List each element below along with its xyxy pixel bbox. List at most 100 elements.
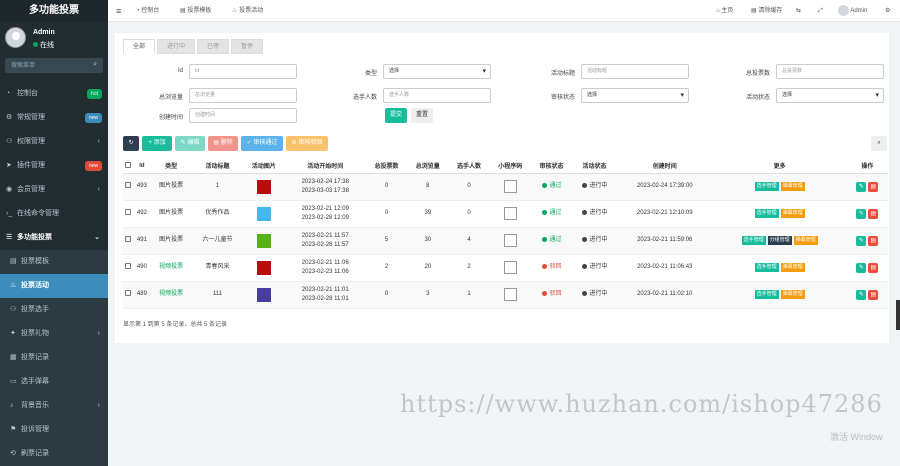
- sidebar-item[interactable]: ◔ 控制台 hot: [0, 82, 108, 106]
- edit-row-button[interactable]: ✎: [856, 235, 867, 246]
- sidebar-item[interactable]: ◉ 会员管理 ‹: [0, 178, 108, 202]
- edit-row-button[interactable]: ✎: [856, 289, 867, 300]
- submit-button[interactable]: 提交: [385, 108, 407, 123]
- activity-image[interactable]: [256, 260, 271, 275]
- table-row[interactable]: 491 图片投票 六一儿童节 2023-02-21 11:57 2023-02-26 1…: [123, 227, 888, 255]
- more-action-button[interactable]: 弹幕管理: [780, 290, 805, 299]
- row-checkbox[interactable]: [125, 262, 132, 269]
- more-action-button[interactable]: 弹幕管理: [780, 263, 805, 272]
- approve-button[interactable]: ✓ 审核通过: [241, 136, 283, 151]
- activity-image[interactable]: [256, 287, 271, 302]
- row-checkbox[interactable]: [125, 208, 132, 215]
- qrcode-image[interactable]: [503, 180, 517, 193]
- delete-row-button[interactable]: ▤: [868, 181, 879, 192]
- nav-tab[interactable]: ▤ 投票模板: [180, 0, 211, 22]
- delete-row-button[interactable]: ▤: [868, 208, 879, 219]
- sidebar-item[interactable]: ➤ 插件管理 new: [0, 154, 108, 178]
- more-action-button[interactable]: 选手管理: [754, 290, 779, 299]
- row-checkbox[interactable]: [125, 181, 132, 188]
- status-tab[interactable]: 全部: [123, 39, 156, 54]
- filter-select[interactable]: 选择: [383, 64, 491, 79]
- edit-row-button[interactable]: ✎: [856, 262, 867, 273]
- activity-image[interactable]: [256, 179, 271, 194]
- search-toggle-button[interactable]: ⌕: [871, 136, 887, 151]
- edit-button[interactable]: ✎ 编辑: [175, 136, 205, 151]
- settings-icon[interactable]: ⚙: [885, 0, 890, 22]
- fullscreen-icon[interactable]: ⤢: [818, 0, 823, 22]
- more-action-button[interactable]: 选手管理: [754, 182, 779, 191]
- more-action-button[interactable]: 选手管理: [754, 209, 779, 218]
- sidebar-item[interactable]: ⚙ 常规管理 new: [0, 106, 108, 130]
- more-action-button[interactable]: 选手管理: [741, 236, 766, 245]
- row-checkbox[interactable]: [125, 289, 132, 296]
- refresh-button[interactable]: ↻: [123, 136, 139, 151]
- sidebar-item[interactable]: ▤ 投票模板: [0, 250, 108, 274]
- menu-toggle-icon[interactable]: ≡: [116, 0, 121, 22]
- search-icon[interactable]: ⌕: [93, 61, 97, 69]
- brand-logo[interactable]: 多功能投票: [0, 0, 108, 22]
- sidebar-item[interactable]: ▭ 选手弹幕: [0, 370, 108, 394]
- status-tab[interactable]: 暂停: [231, 39, 264, 54]
- more-action-button[interactable]: 弹幕管理: [780, 182, 805, 191]
- sidebar-search: ⌕: [5, 58, 103, 73]
- edit-row-button[interactable]: ✎: [856, 208, 867, 219]
- home-link[interactable]: ⌂ 主页: [716, 0, 733, 22]
- table-row[interactable]: 493 图片投票 1 2023-02-24 17:38 2023-03-03 17:38…: [123, 173, 888, 201]
- table-row[interactable]: 489 视频投票 111 2023-02-21 11:01 2023-02-28 11:…: [123, 281, 888, 309]
- status-dot-icon: [541, 209, 547, 215]
- filter-input[interactable]: Id: [189, 64, 297, 79]
- status-tab[interactable]: 进行中: [157, 39, 196, 54]
- activity-image[interactable]: [256, 206, 271, 221]
- delete-row-button[interactable]: ▤: [868, 235, 879, 246]
- nav-tab[interactable]: ◔ 控制台: [136, 0, 159, 22]
- nav-tab[interactable]: ♨ 投票活动: [232, 0, 263, 22]
- sidebar-item[interactable]: ⚇ 投票选手: [0, 298, 108, 322]
- select-all-checkbox[interactable]: [125, 161, 132, 168]
- filter-input[interactable]: 选手人数: [383, 88, 491, 103]
- filter-input[interactable]: 创建时间: [189, 108, 297, 123]
- sidebar-search-input[interactable]: [5, 58, 103, 73]
- qrcode-image[interactable]: [503, 234, 517, 247]
- sidebar-item[interactable]: ⟲ 刷票记录: [0, 442, 108, 466]
- edit-row-button[interactable]: ✎: [856, 181, 867, 192]
- status-tab[interactable]: 已停: [197, 39, 230, 54]
- row-checkbox[interactable]: [125, 235, 132, 242]
- sidebar-item[interactable]: ⚑ 投诉管理: [0, 418, 108, 442]
- delete-row-button[interactable]: ▤: [868, 289, 879, 300]
- translate-icon[interactable]: ⇆: [796, 0, 801, 22]
- qrcode-image[interactable]: [503, 207, 517, 220]
- sidebar-item[interactable]: ▦ 投票记录: [0, 346, 108, 370]
- filter-input[interactable]: 总浏览量: [189, 88, 297, 103]
- filter-select[interactable]: 选择: [581, 88, 689, 103]
- sidebar-item[interactable]: ✦ 投票礼物 ‹: [0, 322, 108, 346]
- filter-input[interactable]: 总投票数: [776, 64, 884, 79]
- more-action-button[interactable]: 分组管理: [767, 236, 792, 245]
- qrcode-image[interactable]: [503, 261, 517, 274]
- table-row[interactable]: 492 图片投票 优秀作品 2023-02-21 12:09 2023-02-28 12…: [123, 200, 888, 228]
- sidebar-item[interactable]: ›_ 在线命令管理: [0, 202, 108, 226]
- filter-input[interactable]: 活动标题: [581, 64, 689, 79]
- sidebar-item[interactable]: ☰ 多功能投票 ⌄: [0, 226, 108, 250]
- sidebar-item[interactable]: ♪ 背景音乐 ‹: [0, 394, 108, 418]
- qrcode-image[interactable]: [503, 288, 517, 301]
- sidebar-item[interactable]: ⚇ 权限管理 ‹: [0, 130, 108, 154]
- sidebar-item-label: 刷票记录: [21, 450, 49, 457]
- filter-select[interactable]: 选择: [776, 88, 884, 103]
- activity-image[interactable]: [256, 233, 271, 248]
- add-button[interactable]: + 添加: [142, 136, 172, 151]
- table-row[interactable]: 490 视频投票 青春风采 2023-02-21 11:06 2023-02-23 11…: [123, 254, 888, 282]
- more-action-button[interactable]: 弹幕管理: [793, 236, 818, 245]
- status-dot-icon: [541, 263, 547, 269]
- more-action-button[interactable]: 选手管理: [754, 263, 779, 272]
- home-icon: ⌂: [716, 8, 720, 14]
- more-action-button[interactable]: 弹幕管理: [780, 209, 805, 218]
- sidebar-item[interactable]: ♨ 投票活动: [0, 274, 108, 298]
- reject-button[interactable]: ⊘ 审核驳回: [286, 136, 328, 151]
- clear-cache-button[interactable]: ▤ 清除缓存: [751, 0, 782, 22]
- delete-row-button[interactable]: ▤: [868, 262, 879, 273]
- delete-button[interactable]: ▤ 删除: [208, 136, 238, 151]
- scrollbar[interactable]: [896, 300, 900, 330]
- user-menu[interactable]: Admin: [838, 0, 867, 22]
- reset-button[interactable]: 重置: [411, 108, 433, 123]
- table-body: 493 图片投票 1 2023-02-24 17:38 2023-03-03 17:38…: [123, 173, 888, 309]
